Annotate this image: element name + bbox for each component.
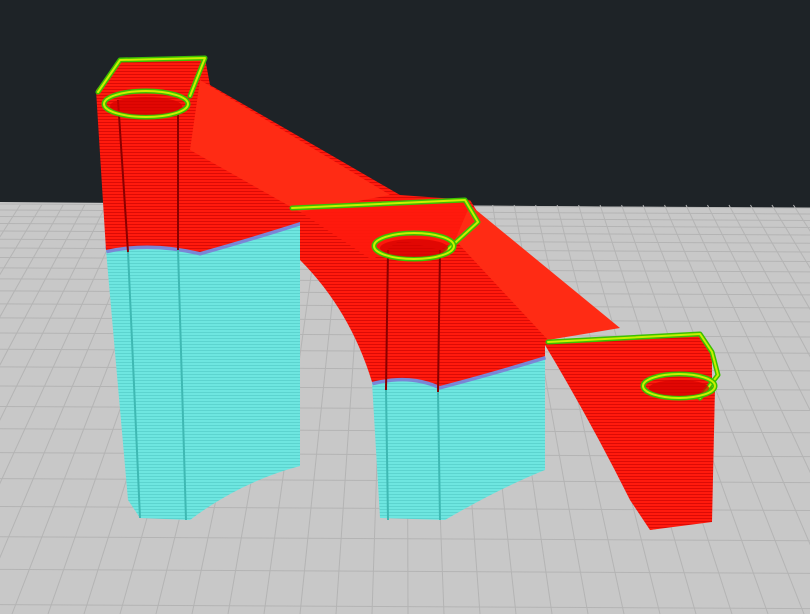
slicer-3d-viewport[interactable] bbox=[0, 0, 810, 614]
layer-preview-canvas[interactable] bbox=[0, 0, 810, 614]
